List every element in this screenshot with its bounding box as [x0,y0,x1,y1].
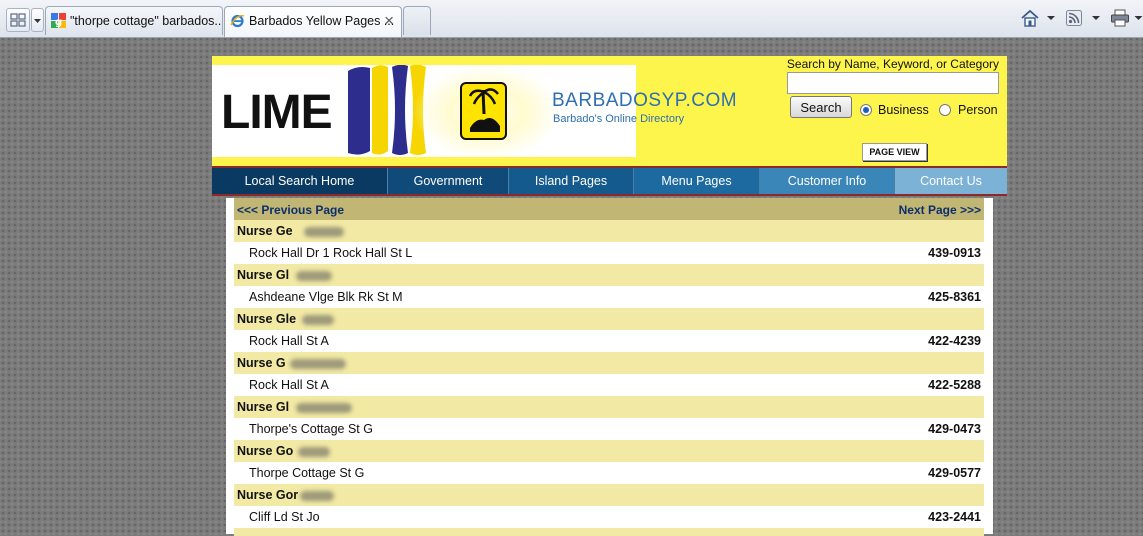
listing-address-row: Rock Hall St A 422-4239 [234,330,984,352]
listing-phone: 429-0577 [928,466,981,480]
listing-address: Rock Hall Dr 1 Rock Hall St L [249,246,413,260]
redacted-blur [304,227,344,237]
previous-page-link[interactable]: <<< Previous Page [237,203,344,217]
listing-address: Rock Hall St A [249,378,329,392]
listing-name[interactable]: Nurse Ge [237,224,293,238]
redacted-blur [290,359,346,369]
listing-phone: 422-4239 [928,334,981,348]
business-radio[interactable] [860,104,872,116]
print-icon[interactable] [1110,9,1130,27]
search-input[interactable] [787,72,999,94]
google-favicon-icon: g [51,13,66,28]
site-name: BARBADOSYP.COM [552,90,738,111]
listing-address-row: Thorpe Cottage St G 429-0577 [234,462,984,484]
home-icon[interactable] [1020,9,1040,27]
chevron-down-icon[interactable] [1091,10,1101,26]
nav-local-search-home[interactable]: Local Search Home [212,168,388,194]
listing-phone: 422-5288 [928,378,981,392]
page-view-button[interactable]: PAGE VIEW [862,143,927,161]
listing-panel: <<< Previous Page Next Page >>> Nurse Ge… [226,198,993,536]
svg-text:g: g [55,17,62,28]
chevron-down-icon[interactable] [1046,10,1056,26]
listing-address-row: Ashdeane Vlge Blk Rk St M 425-8361 [234,286,984,308]
listing-phone: 429-0473 [928,422,981,436]
redacted-blur [296,271,332,281]
tab-label: Barbados Yellow Pages ... [249,14,395,28]
listing-name[interactable]: Nurse Gor [237,488,298,502]
search-button[interactable]: Search [790,96,852,118]
listing-name-row: Nurse Ge [234,220,984,242]
nav-island-pages[interactable]: Island Pages [509,168,634,194]
nav-government[interactable]: Government [388,168,509,194]
site-tagline: Barbado's Online Directory [553,113,685,125]
close-tab-icon[interactable]: × [384,11,394,31]
walking-fingers-logo-icon [460,82,507,140]
listing-name-row: Nurse Go [234,440,984,462]
yellow-pages-site: LIME BARBADOSYP.COM Barbado's Online Dir… [212,56,1007,196]
pager-bar: <<< Previous Page Next Page >>> [234,198,984,220]
quick-tabs-button[interactable] [6,8,30,32]
person-radio[interactable] [939,104,951,116]
tab-list-button[interactable] [31,8,44,32]
nav-contact-us[interactable]: Contact Us [895,168,1007,194]
listing-name[interactable]: Nurse Go [237,444,293,458]
listing-name-row: Nurse G [234,352,984,374]
listing-name-row [234,528,984,536]
business-radio-label: Business [878,103,929,117]
listing-name[interactable]: Nurse G [237,356,286,370]
listing-address: Ashdeane Vlge Blk Rk St M [249,290,403,304]
listing-phone: 425-8361 [928,290,981,304]
site-header: LIME BARBADOSYP.COM Barbado's Online Dir… [212,56,1007,166]
redacted-blur [300,491,334,501]
tab-google-search[interactable]: g "thorpe cottage" barbados... [45,6,223,35]
listing-address-row: Thorpe's Cottage St G 429-0473 [234,418,984,440]
listing-name-row: Nurse Gl [234,264,984,286]
listing-address-row: Cliff Ld St Jo 423-2441 [234,506,984,528]
quick-tabs-icon [10,13,26,27]
listing-name-row: Nurse Gle [234,308,984,330]
next-page-link[interactable]: Next Page >>> [899,203,981,217]
ie-favicon-icon [230,14,245,28]
chevron-down-icon[interactable] [1134,10,1143,26]
redacted-blur [302,315,334,325]
listing-address-row: Rock Hall St A 422-5288 [234,374,984,396]
listing-address: Cliff Ld St Jo [249,510,320,524]
nav-customer-info[interactable]: Customer Info [760,168,895,194]
listing-address-row: Rock Hall Dr 1 Rock Hall St L 439-0913 [234,242,984,264]
listing-address: Thorpe Cottage St G [249,466,365,480]
listing-name[interactable]: Nurse Gle [237,312,296,326]
main-nav: Local Search Home Government Island Page… [212,166,1007,196]
listing-address: Thorpe's Cottage St G [249,422,373,436]
search-label: Search by Name, Keyword, or Category [786,57,999,71]
listing-name-row: Nurse Gl [234,396,984,418]
redacted-blur [298,447,330,457]
listing-phone: 423-2441 [928,510,981,524]
chevron-down-icon [34,19,41,23]
lime-logo: LIME [221,86,333,139]
tab-label: "thorpe cottage" barbados... [70,14,223,28]
listing-address: Rock Hall St A [249,334,329,348]
listing-name-row: Nurse Gor [234,484,984,506]
tab-barbados-yellow-pages[interactable]: Barbados Yellow Pages ... × [224,6,402,37]
nav-menu-pages[interactable]: Menu Pages [634,168,760,194]
browser-tab-bar: g "thorpe cottage" barbados... Barbados … [0,0,1143,38]
feeds-icon[interactable] [1066,10,1082,26]
new-tab-button[interactable] [403,6,431,35]
listing-name[interactable]: Nurse Gl [237,268,289,282]
listing-phone: 439-0913 [928,246,981,260]
redacted-blur [296,403,352,413]
listing-name[interactable]: Nurse Gl [237,400,289,414]
person-radio-label: Person [958,103,998,117]
